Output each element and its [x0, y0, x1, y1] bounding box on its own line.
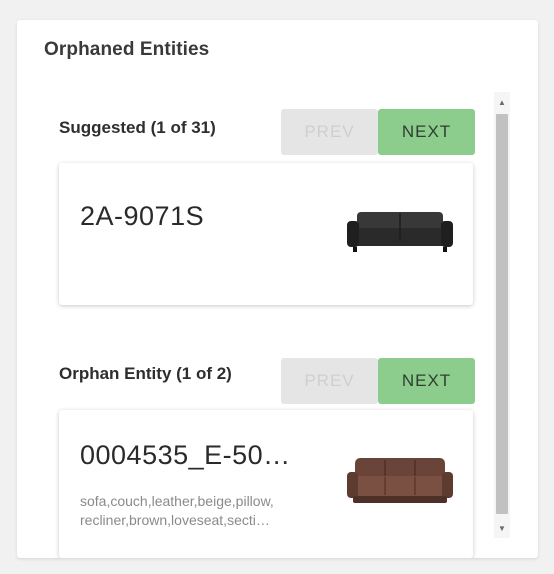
suggested-next-button[interactable]: NEXT [378, 109, 475, 155]
suggested-pager: PREV NEXT [281, 109, 475, 155]
scroll-up-arrow-icon[interactable]: ▲ [494, 94, 510, 110]
suggested-card[interactable]: 2A-9071S [59, 163, 473, 305]
orphan-pager: PREV NEXT [281, 358, 475, 404]
orphan-label: Orphan Entity (1 of 2) [59, 364, 232, 383]
orphan-tags-line-2: recliner,brown,loveseat,secti… [80, 512, 270, 528]
brown-sofa-image [347, 458, 453, 503]
scrollbar-thumb[interactable] [496, 114, 508, 514]
suggested-header: Suggested (1 of 31) [59, 106, 216, 150]
orphan-card-title: 0004535_E-50… [80, 440, 291, 470]
orphaned-entities-panel: Orphaned Entities Suggested (1 of 31) PR… [17, 20, 538, 558]
suggested-card-title: 2A-9071S [80, 201, 205, 231]
black-sofa-image [347, 212, 453, 252]
suggested-label: Suggested (1 of 31) [59, 118, 216, 137]
vertical-scrollbar[interactable]: ▲ ▼ [494, 92, 510, 538]
suggested-prev-button[interactable]: PREV [281, 109, 378, 155]
scroll-down-arrow-icon[interactable]: ▼ [494, 520, 510, 536]
orphan-tags-line-1: sofa,couch,leather,beige,pillow, [80, 493, 274, 509]
orphan-card-tags: sofa,couch,leather,beige,pillow, recline… [80, 492, 335, 530]
orphan-next-button[interactable]: NEXT [378, 358, 475, 404]
orphan-prev-button[interactable]: PREV [281, 358, 378, 404]
orphan-header: Orphan Entity (1 of 2) [59, 352, 232, 396]
panel-title: Orphaned Entities [44, 39, 210, 60]
orphan-card[interactable]: 0004535_E-50… sofa,couch,leather,beige,p… [59, 410, 473, 558]
scroll-area[interactable]: Suggested (1 of 31) PREV NEXT 2A-9071S O… [17, 92, 538, 558]
